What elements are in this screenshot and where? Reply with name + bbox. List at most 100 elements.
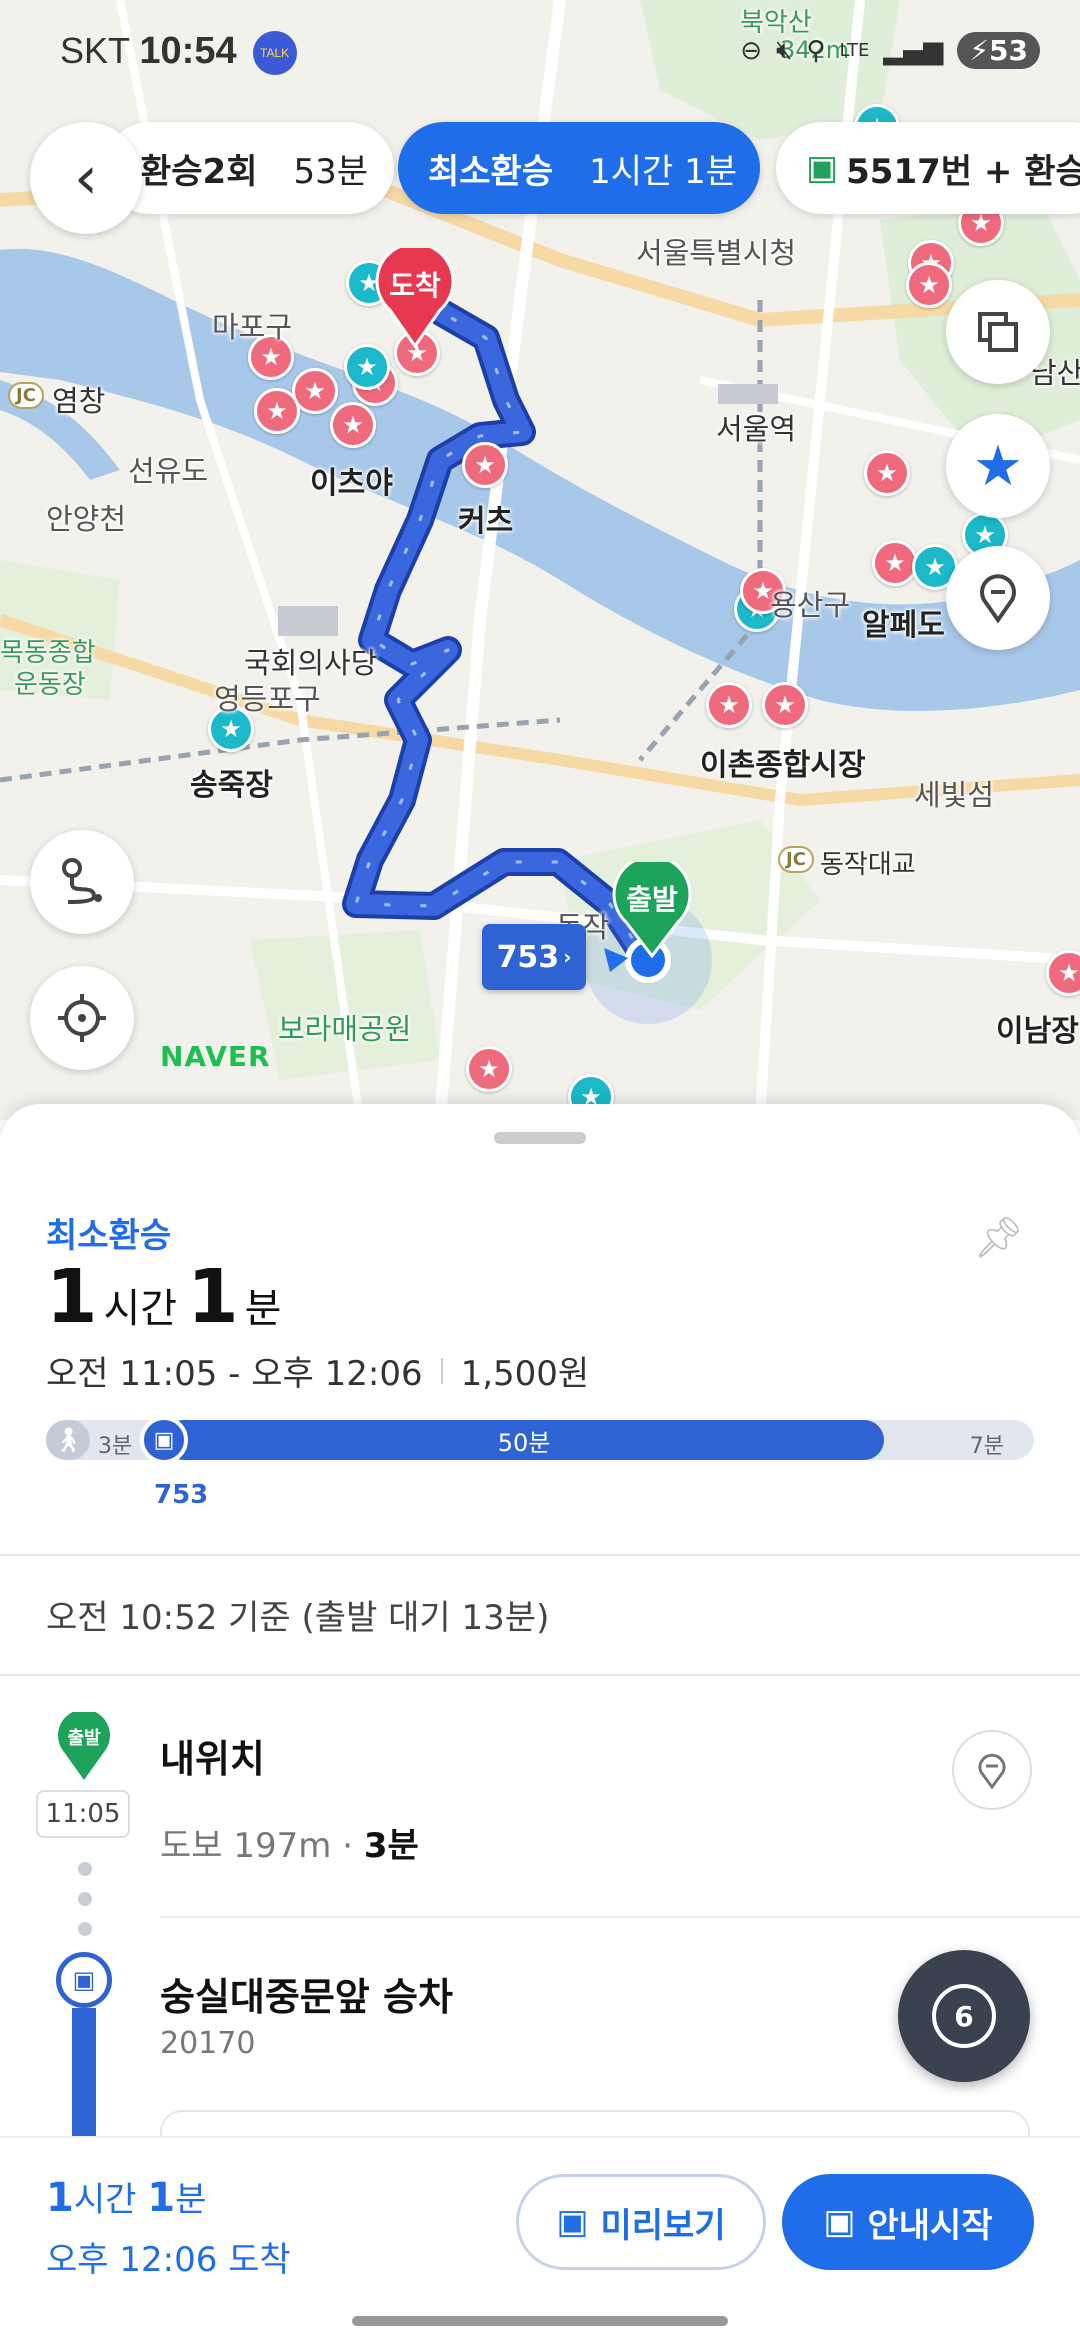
battery-level: 53 <box>989 34 1028 67</box>
data-saver-icon: ⊖ <box>740 35 762 66</box>
poi-marker[interactable]: ★ <box>330 402 376 448</box>
jc-badge: JC <box>8 382 44 409</box>
bus-icon: ▣ <box>806 148 839 188</box>
bus-icon: ▣ <box>140 1416 188 1464</box>
poi-marker[interactable]: ★ <box>762 682 808 728</box>
bus-number-tag[interactable]: 753 › <box>482 924 586 990</box>
walk-start-time: 3분 <box>98 1434 133 1459</box>
divider <box>0 1554 1080 1556</box>
origin-pin-icon: 출발 <box>56 1709 112 1782</box>
bus-icon: ▣ <box>823 2202 856 2242</box>
bus-number-label: 753 <box>154 1480 209 1510</box>
departure-basis: 오전 10:52 기준 (출발 대기 13분) <box>46 1598 550 1638</box>
bottom-duration-minutes: 1 <box>147 2175 176 2221</box>
crosshair-icon <box>58 994 106 1042</box>
star-icon: ★ <box>972 433 1024 499</box>
walk-dot <box>78 1922 92 1936</box>
map-label: 서울특별시청 <box>636 236 797 270</box>
bus-segment: 50분 <box>164 1420 885 1460</box>
pin-icon[interactable]: 📌︎ <box>973 1214 1024 1261</box>
map-label: 보라매공원 <box>278 1012 412 1046</box>
destination-marker[interactable]: 도착 <box>374 241 456 352</box>
bottom-duration: 1시간 1분 <box>46 2172 206 2221</box>
map-label: 세빛섬 <box>914 778 995 812</box>
route-type: 최소환승 <box>46 1216 172 1256</box>
tab-route-5517[interactable]: ▣5517번 + 환승2 <box>776 122 1080 214</box>
kakaotalk-icon: TALK <box>252 31 297 76</box>
preview-label: 미리보기 <box>600 2205 726 2246</box>
map-label[interactable]: 이츠야 <box>310 458 393 502</box>
tab-duration: 1시간 1분 <box>589 151 738 192</box>
poi-marker[interactable]: ★ <box>254 388 300 434</box>
status-bar: SKT 10:54 TALK ⊖ 🔇︎ ⚲ LTE ▂▄▆ ⚡53 <box>0 0 1080 100</box>
chevron-left-icon: ‹ <box>74 143 98 213</box>
map-label: 마포구 <box>212 310 293 344</box>
route-view-button[interactable] <box>30 830 134 934</box>
tab-label: 최소환승 <box>428 151 554 192</box>
walk-dot <box>78 1862 92 1876</box>
route-map[interactable]: ★ ★ ★ ★ ★ ★ ★ ★ ★ ★ ★ ★ ★ ★ ★ ★ ★ ★ ★ ★ … <box>0 0 1080 1120</box>
duration-minutes-unit: 분 <box>244 1286 282 1332</box>
poi-marker[interactable]: ★ <box>466 1046 512 1092</box>
signal-icon: ▂▄▆ <box>883 35 944 66</box>
poi-marker[interactable]: ★ <box>864 450 910 496</box>
refresh-button[interactable]: 6 <box>898 1950 1030 2082</box>
tab-label: 환승2회 <box>140 151 258 192</box>
bus-icon: ▣ <box>556 2202 589 2242</box>
map-label[interactable]: 이남장 <box>996 1006 1079 1050</box>
start-title: 내위치 <box>160 1737 265 1781</box>
map-label: 용산구 <box>770 588 851 622</box>
mute-icon: 🔇︎ <box>776 35 793 65</box>
map-label: 염창 <box>52 384 106 418</box>
walk-time: 3분 <box>363 1826 419 1866</box>
map-label: 선유도 <box>128 454 209 488</box>
jc-badge: JC <box>778 846 814 873</box>
battery-indicator: ⚡53 <box>957 32 1040 69</box>
tab-route-min-transfer[interactable]: 최소환승 1시간 1분 <box>398 122 760 214</box>
map-label[interactable]: 송죽장 <box>190 760 273 804</box>
poi-marker[interactable]: ★ <box>706 682 752 728</box>
poi-marker[interactable]: ★ <box>906 262 952 308</box>
my-location-button[interactable] <box>30 966 134 1070</box>
poi-marker[interactable]: ★ <box>872 540 918 586</box>
map-label[interactable]: 알페도 <box>862 600 945 644</box>
route-icon <box>62 858 102 904</box>
save-place-button[interactable] <box>946 546 1050 650</box>
time-range: 오전 11:05 - 오후 12:06 <box>46 1354 423 1394</box>
layers-button[interactable] <box>946 280 1050 384</box>
divider <box>160 1916 1080 1918</box>
carrier-name: SKT <box>60 30 130 71</box>
network-type: LTE <box>839 40 870 61</box>
tab-route-transfer2[interactable]: 환승2회 53분 <box>104 122 394 214</box>
walk-dot <box>78 1892 92 1906</box>
trip-times: 오전 11:05 - 오후 12:06 1,500원 <box>46 1346 589 1395</box>
map-label: 안양천 <box>46 502 127 536</box>
origin-marker[interactable]: 출발 <box>612 854 692 962</box>
location-pin-icon <box>978 1753 1006 1790</box>
walk-end-time: 7분 <box>969 1434 1004 1459</box>
bottom-duration-hours: 1 <box>46 2175 74 2221</box>
refresh-count: 6 <box>954 1999 974 2033</box>
map-label[interactable]: 커츠 <box>458 496 513 540</box>
map-label[interactable]: 이촌종합시장 <box>700 740 866 784</box>
segment-bar: 🚶︎ 3분 50분 ▣ 7분 <box>46 1416 1034 1464</box>
back-button[interactable]: ‹ <box>30 122 142 234</box>
duration-hours: 1 <box>46 1254 98 1340</box>
start-time-chip: 11:05 <box>36 1790 130 1838</box>
start-navigation-button[interactable]: ▣ 안내시작 <box>782 2174 1034 2270</box>
tab-label: 5517번 + 환승2 <box>846 151 1080 192</box>
preview-button[interactable]: ▣ 미리보기 <box>516 2174 766 2270</box>
start-location-button[interactable] <box>952 1730 1032 1810</box>
stop-id: 20170 <box>160 2026 256 2061</box>
duration-minutes: 1 <box>187 1254 239 1340</box>
start-navigation-label: 안내시작 <box>867 2205 993 2246</box>
location-pin-icon <box>980 574 1016 624</box>
home-indicator <box>352 2316 728 2326</box>
favorites-button[interactable]: ★ <box>946 414 1050 518</box>
sheet-handle[interactable] <box>494 1132 586 1144</box>
location-icon: ⚲ <box>806 35 826 66</box>
destination-label: 도착 <box>389 269 441 302</box>
walk-icon: 🚶︎ <box>46 1420 90 1460</box>
poi-marker[interactable]: ★ <box>462 442 508 488</box>
naver-logo: NAVER <box>160 1040 271 1073</box>
